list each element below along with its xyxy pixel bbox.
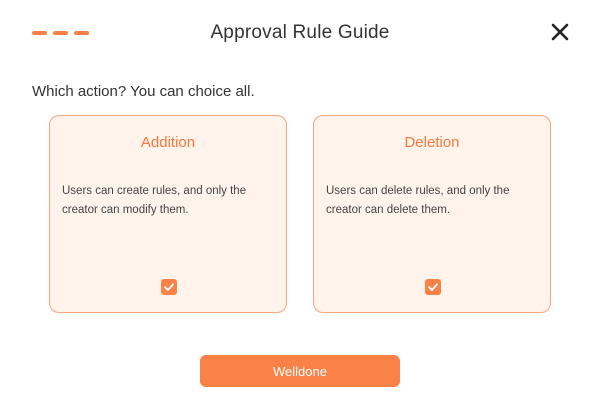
close-icon (551, 23, 569, 41)
option-checkbox[interactable] (161, 279, 177, 295)
option-title: Addition (140, 134, 196, 151)
question-text: Which action? You can choice all. (32, 83, 255, 100)
option-description: Users can create rules, and only the cre… (62, 185, 247, 216)
option-card-deletion[interactable]: Deletion Users can delete rules, and onl… (313, 115, 551, 313)
option-description: Users can delete rules, and only the cre… (326, 185, 510, 216)
checkmark-icon (164, 283, 174, 291)
option-checkbox[interactable] (425, 279, 441, 295)
welldone-button[interactable]: Welldone (200, 355, 400, 387)
option-card-addition[interactable]: Addition Users can create rules, and onl… (49, 115, 287, 313)
close-button[interactable] (550, 22, 570, 42)
checkmark-icon (428, 283, 438, 291)
option-title: Deletion (404, 134, 460, 151)
modal-title: Approval Rule Guide (210, 22, 390, 43)
